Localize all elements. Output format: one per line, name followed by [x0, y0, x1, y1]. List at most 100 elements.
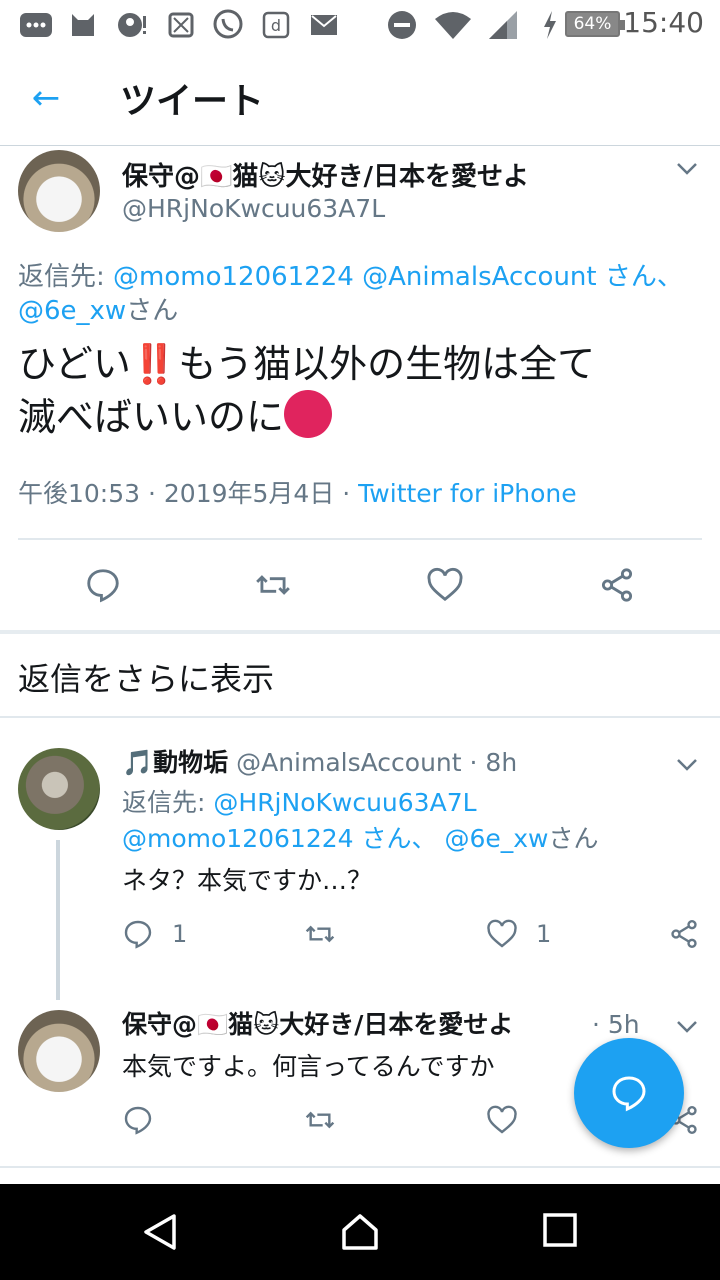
system-nav-bar: [0, 1184, 720, 1280]
reply-display-name[interactable]: 🎵動物垢: [122, 748, 228, 777]
back-arrow-icon: ←: [31, 78, 61, 118]
reply-button[interactable]: [122, 1104, 154, 1136]
retweet-button[interactable]: [254, 566, 292, 604]
svg-text:d: d: [271, 16, 281, 35]
reply-handle[interactable]: @AnimalsAccount: [236, 748, 461, 777]
main-tweet: 保守@🇯🇵猫🐱大好き/日本を愛せよ @HRjNoKwcuu63A7L 返信先: …: [0, 148, 720, 632]
chevron-down-icon: [677, 759, 697, 771]
reply-to-suffix: さん: [126, 296, 179, 326]
tweet-text: ひどい‼️もう猫以外の生物は全て 滅べばいいのに: [18, 338, 708, 443]
battery-indicator: 64%: [565, 11, 625, 37]
tweet-menu-button[interactable]: [672, 154, 702, 184]
tweet-timestamp: 午後10:53 · 2019年5月4日 ·: [18, 479, 359, 508]
avatar[interactable]: [18, 150, 100, 232]
reply-text: ネタ？本気ですか…？: [122, 866, 373, 895]
reply-to-label: 返信先:: [18, 262, 105, 292]
tweet-text-part1: ひどい: [18, 342, 131, 386]
reply-header: 保守@🇯🇵猫🐱大好き/日本を愛せよ: [122, 1006, 642, 1044]
reply-to-handles[interactable]: @momo12061224 @AnimalsAccount さん、: [113, 262, 683, 292]
reply-button[interactable]: 1: [122, 918, 187, 950]
home-icon: [342, 1214, 378, 1250]
show-more-replies[interactable]: 返信をさらに表示: [18, 654, 274, 700]
viber-icon: [210, 8, 246, 42]
divider: [0, 1166, 720, 1168]
account-alert-icon: [114, 8, 150, 42]
reply-count: 1: [172, 920, 188, 948]
reply-header: 🎵動物垢 @AnimalsAccount · 8h: [122, 744, 517, 782]
tweet-text-part2: もう猫以外の生物は全て: [178, 342, 596, 386]
wifi-icon: [432, 8, 474, 42]
dnd-icon: [386, 8, 418, 42]
compose-reply-button[interactable]: [574, 1038, 684, 1148]
share-button[interactable]: [598, 566, 636, 604]
nav-recents-button[interactable]: [542, 1212, 582, 1252]
reply-to-sep: さん、: [353, 824, 445, 853]
divider: [0, 716, 720, 718]
app-bar: ← ツイート: [0, 50, 720, 146]
share-icon: [601, 568, 633, 602]
reply-avatar[interactable]: [18, 1010, 100, 1092]
reply-text: 本気ですよ。何言ってるんですか: [122, 1052, 495, 1081]
reply-menu-button[interactable]: [672, 750, 702, 780]
reply-icon: [124, 1106, 152, 1135]
retweet-icon: [305, 1111, 335, 1129]
reply-display-name[interactable]: 保守@🇯🇵猫🐱大好き/日本を愛せよ: [122, 1010, 513, 1039]
tweet-text-part3: 滅べばいいのに: [18, 395, 285, 439]
reply-to-line: 返信先: @HRjNoKwcuu63A7L: [122, 784, 477, 822]
thread-line: [56, 840, 60, 1000]
reply-to-suffix: さん: [548, 824, 599, 853]
reply-to-handle[interactable]: @momo12061224: [122, 824, 354, 853]
heart-icon: [427, 567, 463, 602]
messages-icon: [18, 8, 54, 42]
reply-to-label: 返信先:: [122, 788, 206, 817]
square-recents-icon: [543, 1213, 577, 1247]
reply-time: · 8h: [469, 748, 518, 777]
status-bar: d 64% 15:40: [0, 0, 720, 50]
retweet-icon: [305, 925, 335, 943]
reply-button[interactable]: [84, 566, 122, 604]
like-count: 1: [536, 920, 552, 948]
triangle-back-icon: [144, 1214, 176, 1250]
retweet-icon: [256, 575, 290, 595]
heart-icon: [487, 1105, 517, 1134]
divider: [18, 538, 702, 540]
chevron-down-icon: [677, 163, 697, 175]
compose-bubble-icon: [612, 1076, 646, 1112]
clock: 15:40: [623, 6, 704, 39]
display-name[interactable]: 保守@🇯🇵猫🐱大好き/日本を愛せよ: [122, 156, 529, 193]
retweet-button[interactable]: [304, 918, 336, 950]
reply-to-handle-6e[interactable]: @6e_xw: [18, 296, 126, 326]
d-app-icon: d: [260, 8, 292, 42]
share-icon: [671, 920, 697, 948]
reply-icon: [124, 920, 152, 949]
chevron-down-icon: [677, 1021, 697, 1033]
page-title: ツイート: [120, 81, 265, 122]
like-button[interactable]: 1: [486, 918, 551, 950]
like-button[interactable]: [486, 1104, 518, 1136]
section-separator: [0, 630, 720, 634]
retweet-button[interactable]: [304, 1104, 336, 1136]
nav-back-button[interactable]: [140, 1212, 180, 1252]
heart-icon: [487, 919, 517, 948]
like-button[interactable]: [426, 566, 464, 604]
back-button[interactable]: ←: [26, 78, 66, 118]
tweet-source[interactable]: Twitter for iPhone: [358, 479, 576, 508]
sim-icon: [166, 8, 196, 42]
reply-avatar[interactable]: [18, 748, 100, 830]
user-handle[interactable]: @HRjNoKwcuu63A7L: [122, 194, 385, 223]
angry-face-icon: [284, 390, 333, 438]
reply-to-line: 返信先: @momo12061224 @AnimalsAccount さん、 @…: [18, 260, 698, 328]
reply-to-handle[interactable]: @6e_xw: [444, 824, 548, 853]
tweet-meta: 午後10:53 · 2019年5月4日 · Twitter for iPhone: [18, 474, 577, 510]
nav-home-button[interactable]: [340, 1212, 380, 1252]
reply-icon: [87, 569, 119, 603]
double-exclamation-icon: ‼️: [130, 342, 179, 386]
cat-app-icon: [66, 8, 100, 42]
share-button[interactable]: [668, 918, 700, 950]
reply-to-handle[interactable]: @HRjNoKwcuu63A7L: [213, 788, 476, 817]
reply-menu-button[interactable]: [672, 1012, 702, 1042]
signal-icon: [486, 8, 520, 42]
battery-level: 64%: [573, 14, 612, 34]
charging-icon: [540, 8, 560, 42]
reply-to-line-2: @momo12061224 さん、 @6e_xwさん: [122, 820, 599, 858]
